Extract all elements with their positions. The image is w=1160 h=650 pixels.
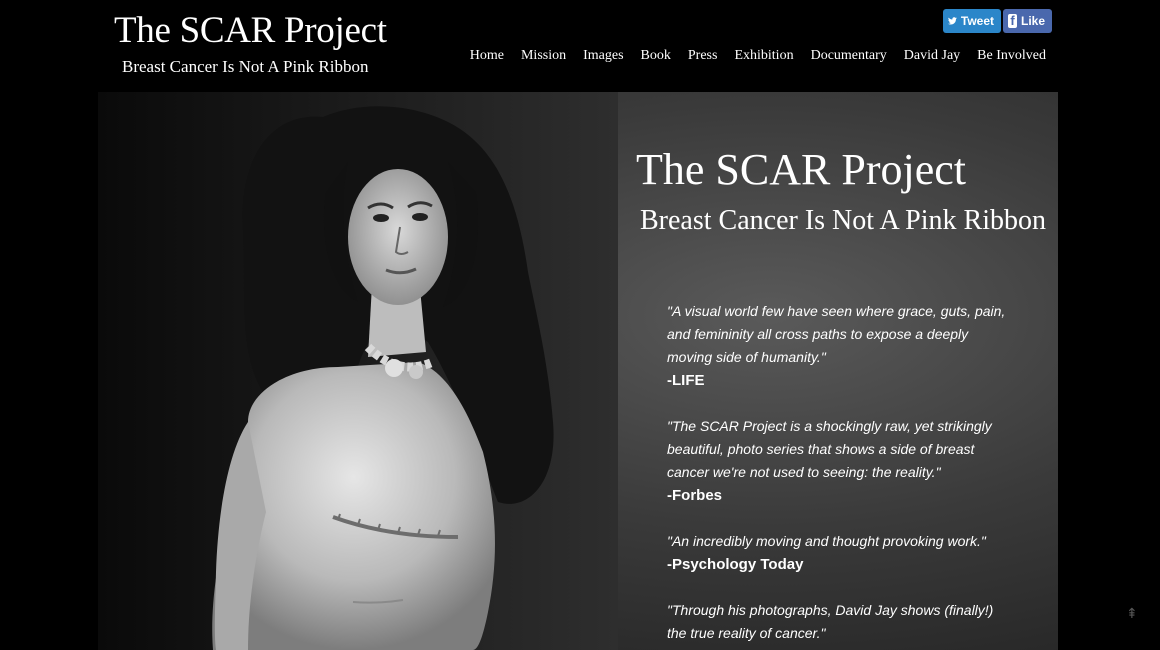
nav-item-book[interactable]: Book — [641, 48, 671, 64]
quote-text: "An incredibly moving and thought provok… — [667, 533, 986, 549]
nav-item-exhibition[interactable]: Exhibition — [734, 48, 793, 64]
main-nav: Home Mission Images Book Press Exhibitio… — [470, 48, 1046, 64]
facebook-like-button[interactable]: f Like — [1003, 9, 1052, 33]
nav-item-home[interactable]: Home — [470, 48, 504, 64]
hero-title: The SCAR Project — [636, 145, 966, 194]
twitter-bird-icon — [948, 17, 957, 25]
nav-item-documentary[interactable]: Documentary — [811, 48, 887, 64]
nav-item-david-jay[interactable]: David Jay — [904, 48, 960, 64]
quote-life: "A visual world few have seen where grac… — [667, 300, 1007, 392]
scroll-indicator-icon: ⇞ — [1126, 606, 1138, 622]
facebook-f-icon: f — [1008, 14, 1017, 28]
quote-text: "The SCAR Project is a shockingly raw, y… — [667, 418, 992, 480]
quote-source: -LIFE — [667, 372, 705, 389]
quote-psychology-today: "An incredibly moving and thought provok… — [667, 530, 1007, 576]
nav-item-press[interactable]: Press — [688, 48, 718, 64]
social-buttons: Tweet f Like — [943, 9, 1052, 33]
site-tagline: Breast Cancer Is Not A Pink Ribbon — [122, 57, 369, 76]
hero-banner: The SCAR Project Breast Cancer Is Not A … — [98, 92, 1058, 650]
nav-item-be-involved[interactable]: Be Involved — [977, 48, 1046, 64]
press-quotes: "A visual world few have seen where grac… — [667, 300, 1007, 650]
nav-item-images[interactable]: Images — [583, 48, 623, 64]
quote-forbes: "The SCAR Project is a shockingly raw, y… — [667, 415, 1007, 507]
quote-david-jay: "Through his photographs, David Jay show… — [667, 599, 1007, 645]
site-header: The SCAR Project Breast Cancer Is Not A … — [0, 0, 1160, 92]
like-label: Like — [1020, 14, 1045, 28]
quote-text: "Through his photographs, David Jay show… — [667, 602, 994, 641]
tweet-button[interactable]: Tweet — [943, 9, 1001, 33]
hero-subtitle: Breast Cancer Is Not A Pink Ribbon — [640, 205, 1046, 236]
site-title[interactable]: The SCAR Project — [114, 9, 387, 52]
quote-text: "A visual world few have seen where grac… — [667, 303, 1006, 365]
quote-source: -Forbes — [667, 487, 723, 504]
nav-item-mission[interactable]: Mission — [521, 48, 566, 64]
portrait-photo — [98, 92, 618, 650]
tweet-label: Tweet — [960, 14, 994, 28]
quote-source: -Psychology Today — [667, 556, 804, 573]
